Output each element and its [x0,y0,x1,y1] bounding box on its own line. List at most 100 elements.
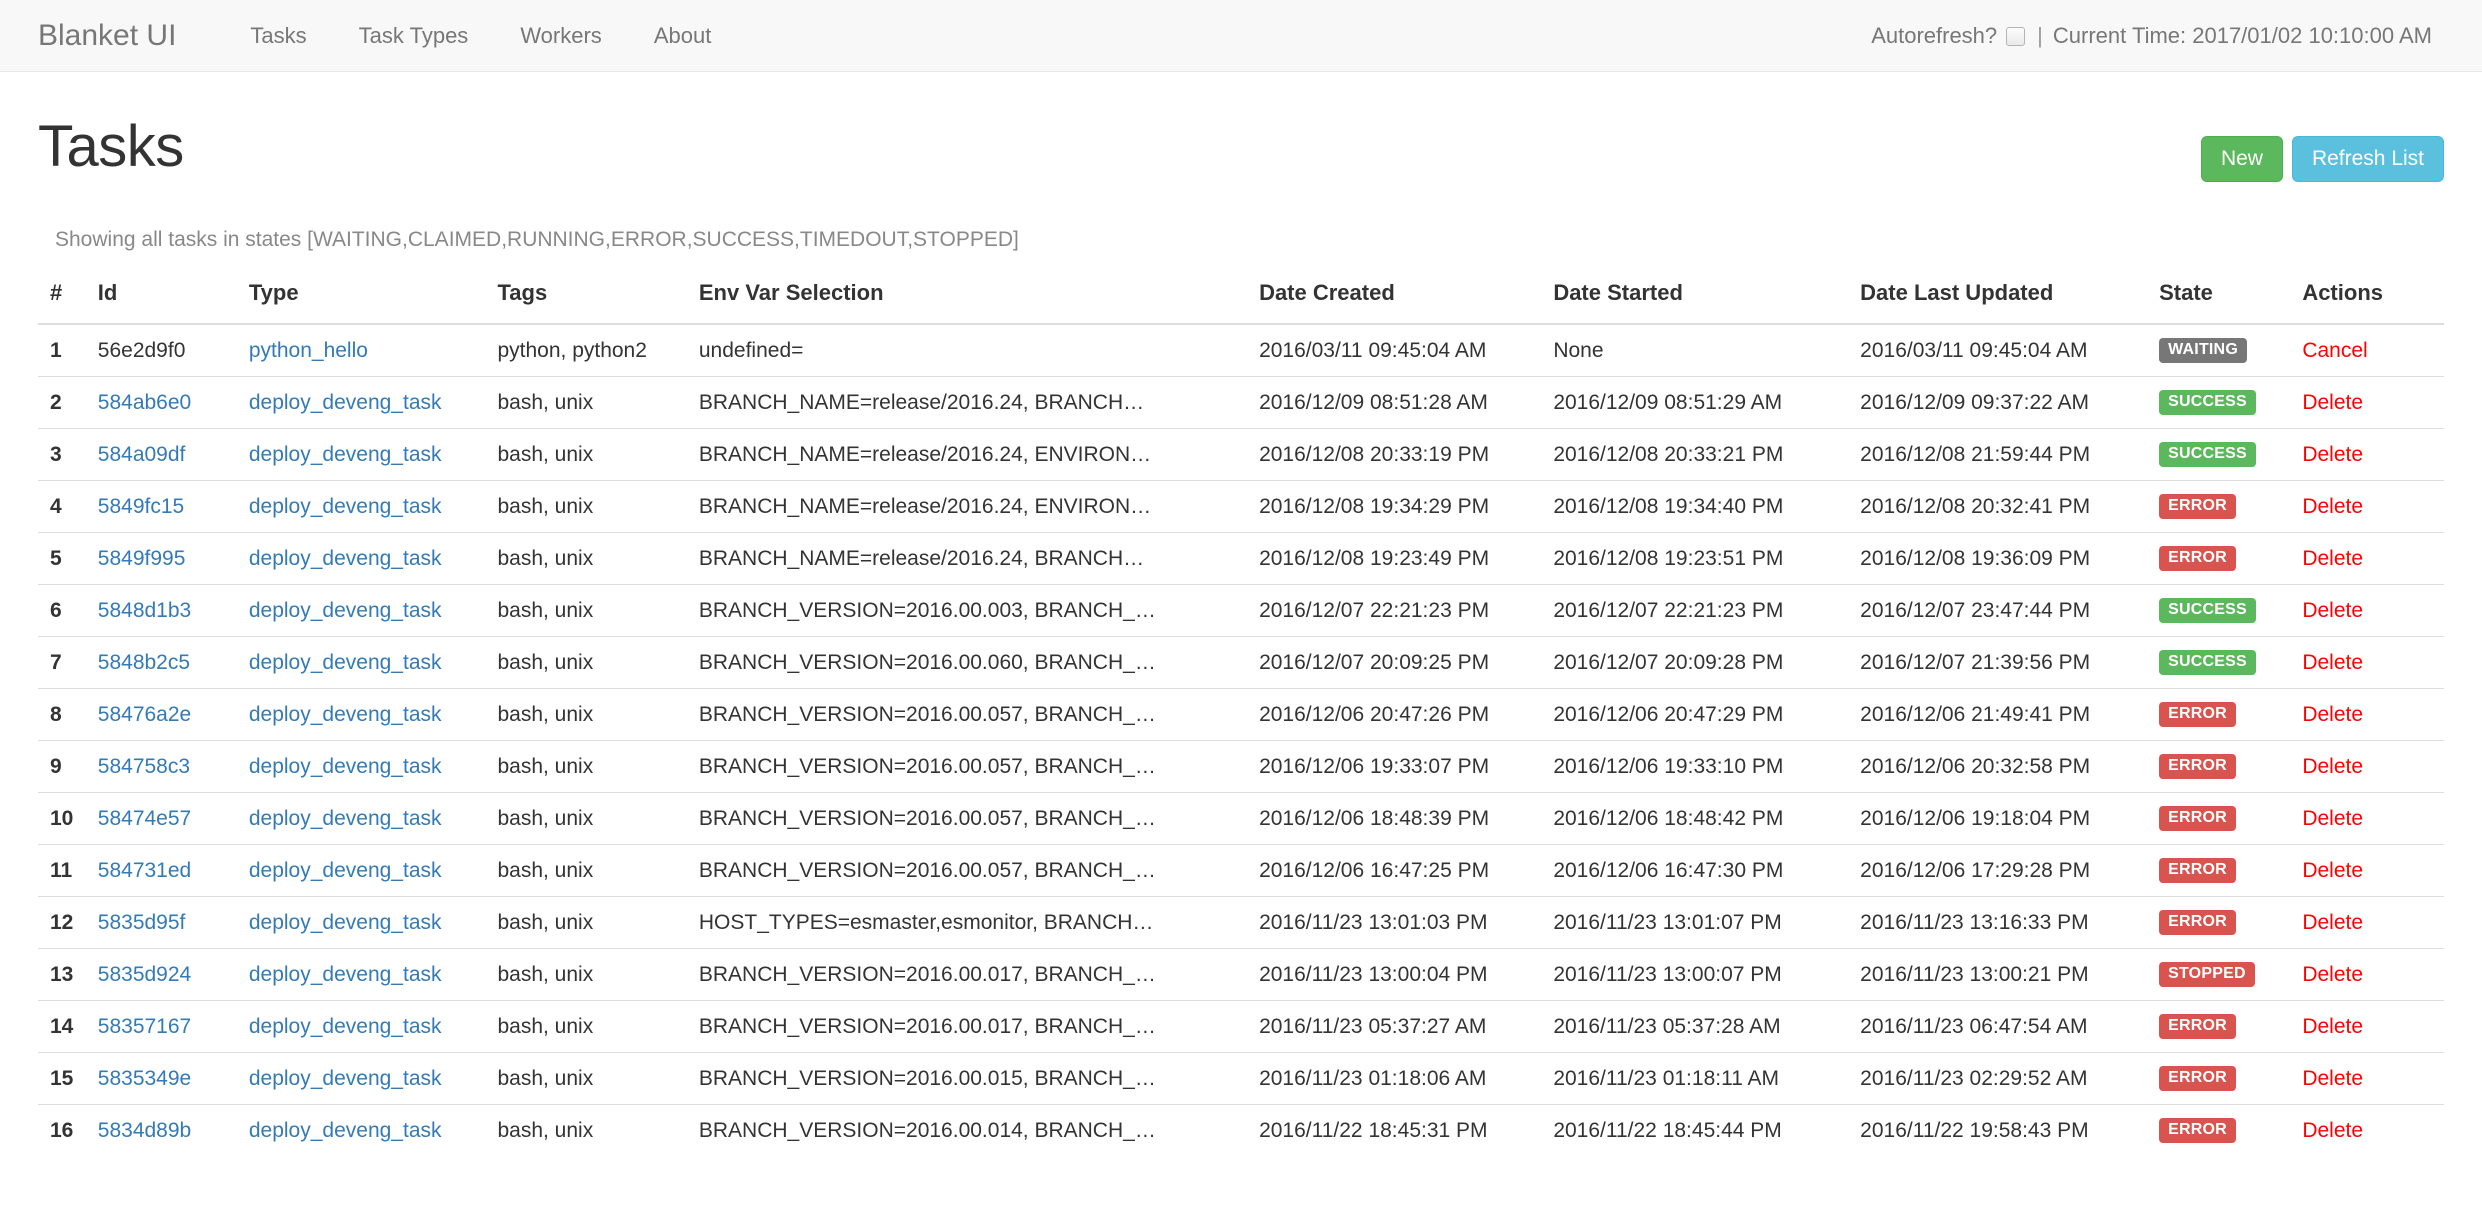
row-actions[interactable]: Delete [2302,376,2444,429]
task-type-link[interactable]: deploy_deveng_task [249,651,442,674]
row-id[interactable]: 58357167 [97,1000,249,1053]
row-action-link[interactable]: Delete [2302,651,2363,674]
row-type[interactable]: deploy_deveng_task [248,480,498,533]
task-id-link[interactable]: 584731ed [98,859,191,882]
row-actions[interactable]: Delete [2302,1104,2444,1157]
row-actions[interactable]: Delete [2302,532,2444,585]
task-type-link[interactable]: deploy_deveng_task [249,599,442,622]
row-action-link[interactable]: Delete [2302,1015,2363,1038]
column-header-state[interactable]: State [2159,280,2303,326]
row-actions[interactable]: Delete [2302,740,2444,793]
row-type[interactable]: deploy_deveng_task [248,740,498,793]
row-id[interactable]: 584758c3 [97,740,249,793]
row-id[interactable]: 5834d89b [97,1104,249,1157]
row-actions[interactable]: Delete [2302,792,2444,845]
task-type-link[interactable]: deploy_deveng_task [249,391,442,414]
task-id-link[interactable]: 5849fc15 [98,495,184,518]
row-actions[interactable]: Delete [2302,844,2444,897]
row-actions[interactable]: Delete [2302,480,2444,533]
new-task-button[interactable]: New [2200,136,2283,183]
task-id-link[interactable]: 584ab6e0 [98,391,191,414]
row-action-link[interactable]: Delete [2302,599,2363,622]
row-action-link[interactable]: Delete [2302,755,2363,778]
nav-item-about[interactable]: About [628,23,738,49]
task-type-link[interactable]: deploy_deveng_task [249,1067,442,1090]
row-type[interactable]: deploy_deveng_task [248,376,498,429]
column-header-type[interactable]: Type [248,280,498,326]
row-id[interactable]: 58476a2e [97,688,249,741]
row-action-link[interactable]: Delete [2302,495,2363,518]
column-header-number[interactable]: # [38,280,98,326]
autorefresh-checkbox[interactable] [2006,27,2026,46]
task-id-link[interactable]: 5834d89b [98,1119,191,1142]
row-action-link[interactable]: Delete [2302,1119,2363,1142]
row-action-link[interactable]: Cancel [2302,339,2367,362]
row-type[interactable]: deploy_deveng_task [248,792,498,845]
task-type-link[interactable]: deploy_deveng_task [249,807,442,830]
row-type[interactable]: deploy_deveng_task [248,896,498,949]
task-id-link[interactable]: 58357167 [98,1015,191,1038]
row-id[interactable]: 584731ed [97,844,249,897]
task-id-link[interactable]: 5835d95f [98,911,186,934]
row-id[interactable]: 584ab6e0 [97,376,249,429]
task-type-link[interactable]: deploy_deveng_task [249,443,442,466]
row-action-link[interactable]: Delete [2302,703,2363,726]
task-id-link[interactable]: 584758c3 [98,755,190,778]
task-id-link[interactable]: 5848b2c5 [98,651,190,674]
column-header-tags[interactable]: Tags [497,280,699,326]
column-header-id[interactable]: Id [97,280,249,326]
row-action-link[interactable]: Delete [2302,1067,2363,1090]
row-id[interactable]: 5848b2c5 [97,636,249,689]
row-actions[interactable]: Delete [2302,584,2444,637]
row-id[interactable]: 5849fc15 [97,480,249,533]
task-type-link[interactable]: deploy_deveng_task [249,547,442,570]
row-actions[interactable]: Delete [2302,1000,2444,1053]
row-action-link[interactable]: Delete [2302,443,2363,466]
row-actions[interactable]: Delete [2302,896,2444,949]
column-header-env-var[interactable]: Env Var Selection [698,280,1260,326]
row-id[interactable]: 584a09df [97,428,249,481]
task-type-link[interactable]: deploy_deveng_task [249,1119,442,1142]
task-type-link[interactable]: deploy_deveng_task [249,755,442,778]
row-type[interactable]: deploy_deveng_task [248,584,498,637]
row-type[interactable]: deploy_deveng_task [248,428,498,481]
column-header-actions[interactable]: Actions [2302,280,2444,326]
row-actions[interactable]: Delete [2302,428,2444,481]
row-type[interactable]: deploy_deveng_task [248,532,498,585]
row-type[interactable]: deploy_deveng_task [248,1000,498,1053]
task-type-link[interactable]: deploy_deveng_task [249,495,442,518]
task-type-link[interactable]: deploy_deveng_task [249,911,442,934]
task-id-link[interactable]: 58474e57 [98,807,191,830]
nav-item-task-types[interactable]: Task Types [333,23,495,49]
row-actions[interactable]: Cancel [2302,324,2444,377]
row-actions[interactable]: Delete [2302,688,2444,741]
row-actions[interactable]: Delete [2302,948,2444,1001]
nav-item-workers[interactable]: Workers [494,23,628,49]
row-action-link[interactable]: Delete [2302,391,2363,414]
task-id-link[interactable]: 58476a2e [98,703,191,726]
row-action-link[interactable]: Delete [2302,911,2363,934]
task-type-link[interactable]: python_hello [249,339,368,362]
row-id[interactable]: 58474e57 [97,792,249,845]
task-id-link[interactable]: 5849f995 [98,547,186,570]
row-id[interactable]: 5835d95f [97,896,249,949]
row-type[interactable]: deploy_deveng_task [248,844,498,897]
row-actions[interactable]: Delete [2302,636,2444,689]
task-type-link[interactable]: deploy_deveng_task [249,703,442,726]
row-action-link[interactable]: Delete [2302,547,2363,570]
row-id[interactable]: 5835349e [97,1052,249,1105]
row-id[interactable]: 5849f995 [97,532,249,585]
column-header-date-updated[interactable]: Date Last Updated [1860,280,2160,326]
refresh-list-button[interactable]: Refresh List [2291,136,2444,183]
task-id-link[interactable]: 584a09df [98,443,186,466]
task-type-link[interactable]: deploy_deveng_task [249,859,442,882]
row-actions[interactable]: Delete [2302,1052,2444,1105]
row-id[interactable]: 5848d1b3 [97,584,249,637]
row-action-link[interactable]: Delete [2302,963,2363,986]
row-type[interactable]: deploy_deveng_task [248,688,498,741]
nav-item-tasks[interactable]: Tasks [224,23,332,49]
task-type-link[interactable]: deploy_deveng_task [249,963,442,986]
column-header-date-created[interactable]: Date Created [1259,280,1554,326]
row-type[interactable]: deploy_deveng_task [248,1052,498,1105]
row-type[interactable]: deploy_deveng_task [248,636,498,689]
